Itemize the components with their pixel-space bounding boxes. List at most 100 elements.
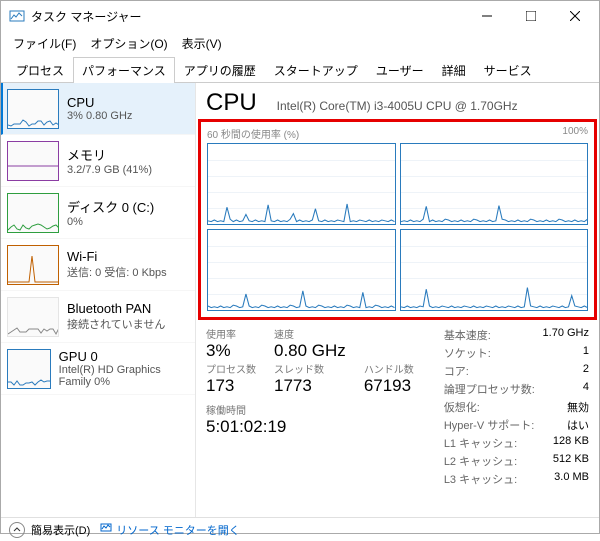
resource-monitor-label: リソース モニターを開く <box>116 522 240 538</box>
tab-サービス[interactable]: サービス <box>475 57 541 83</box>
highlight-box: 60 秒間の使用率 (%) 100% <box>198 119 597 320</box>
disk-thumbnail <box>7 193 59 233</box>
cpu-chart-lp1[interactable] <box>400 143 589 225</box>
spec-row: 仮想化: 無効 <box>444 398 589 416</box>
sidebar-item-detail: 0% <box>67 216 154 228</box>
stats: 使用率 3% 速度 0.80 GHz プロセス数 173 スレッド数 1773 <box>206 326 589 488</box>
spec-key: 仮想化: <box>444 399 480 415</box>
spec-row: ソケット: 1 <box>444 344 589 362</box>
spec-row: L2 キャッシュ: 512 KB <box>444 452 589 470</box>
spec-row: L1 キャッシュ: 128 KB <box>444 434 589 452</box>
cpu-chart-lp2[interactable] <box>207 229 396 311</box>
spec-key: L3 キャッシュ: <box>444 471 517 487</box>
sidebar-item-title: Bluetooth PAN <box>67 301 165 316</box>
spec-row: Hyper-V サポート: はい <box>444 416 589 434</box>
minimize-button[interactable] <box>465 1 509 31</box>
tab-アプリの履歴[interactable]: アプリの履歴 <box>175 57 265 83</box>
sidebar-item-gpu[interactable]: GPU 0Intel(R) HD Graphics Family 0% <box>1 343 195 395</box>
sidebar-item-detail: 3% 0.80 GHz <box>67 110 132 122</box>
sidebar: CPU3% 0.80 GHzメモリ3.2/7.9 GB (41%)ディスク 0 … <box>1 83 196 517</box>
cpu-chart-lp3[interactable] <box>400 229 589 311</box>
sidebar-item-bt[interactable]: Bluetooth PAN接続されていません <box>1 291 195 343</box>
gpu-thumbnail <box>7 349 51 389</box>
chart-caption-right: 100% <box>562 126 588 141</box>
spec-key: L1 キャッシュ: <box>444 435 517 451</box>
cpu-model: Intel(R) Core(TM) i3-4005U CPU @ 1.70GHz <box>277 99 518 113</box>
monitor-icon <box>100 522 112 537</box>
chevron-up-icon <box>9 522 25 538</box>
processes-value: 173 <box>206 376 256 396</box>
spec-value: 128 KB <box>553 435 589 451</box>
main: CPU3% 0.80 GHzメモリ3.2/7.9 GB (41%)ディスク 0 … <box>1 83 599 517</box>
spec-row: 基本速度:1.70 GHz <box>444 326 589 344</box>
sidebar-item-detail: 3.2/7.9 GB (41%) <box>67 164 152 176</box>
spec-key: ソケット: <box>444 345 491 361</box>
handles-label: ハンドル数 <box>364 361 414 376</box>
sidebar-item-disk[interactable]: ディスク 0 (C:)0% <box>1 187 195 239</box>
sidebar-item-title: メモリ <box>67 145 152 164</box>
spec-value: 1 <box>583 345 589 361</box>
fewer-details-label: 簡易表示(D) <box>31 522 90 538</box>
tab-スタートアップ[interactable]: スタートアップ <box>265 57 367 83</box>
stats-left: 使用率 3% 速度 0.80 GHz プロセス数 173 スレッド数 1773 <box>206 326 414 488</box>
resource-monitor-link[interactable]: リソース モニターを開く <box>100 522 240 538</box>
window-title: タスク マネージャー <box>31 8 465 25</box>
sidebar-item-wifi[interactable]: Wi-Fi送信: 0 受信: 0 Kbps <box>1 239 195 291</box>
mem-thumbnail <box>7 141 59 181</box>
fewer-details-button[interactable]: 簡易表示(D) <box>9 522 90 538</box>
cpu-chart-lp0[interactable] <box>207 143 396 225</box>
spec-value: 512 KB <box>553 453 589 469</box>
maximize-button[interactable] <box>509 1 553 31</box>
spec-key: コア: <box>444 363 469 379</box>
sidebar-item-title: ディスク 0 (C:) <box>67 197 154 216</box>
sidebar-item-title: GPU 0 <box>59 349 189 364</box>
wifi-thumbnail <box>7 245 59 285</box>
cpu-charts[interactable] <box>207 143 588 311</box>
spec-row: 論理プロセッサ数: 4 <box>444 380 589 398</box>
menu-file[interactable]: ファイル(F) <box>7 33 82 54</box>
sidebar-item-detail: 接続されていません <box>67 316 165 332</box>
menubar: ファイル(F) オプション(O) 表示(V) <box>1 31 599 56</box>
threads-value: 1773 <box>274 376 346 396</box>
chart-caption-left: 60 秒間の使用率 (%) <box>207 126 299 141</box>
spec-value: 無効 <box>567 399 589 415</box>
tabs: プロセスパフォーマンスアプリの履歴スタートアップユーザー詳細サービス <box>1 56 599 83</box>
tab-プロセス[interactable]: プロセス <box>7 57 73 83</box>
footer: 簡易表示(D) リソース モニターを開く <box>1 517 599 541</box>
close-button[interactable] <box>553 1 597 31</box>
spec-value: 3.0 MB <box>554 471 589 487</box>
tab-パフォーマンス[interactable]: パフォーマンス <box>73 57 175 83</box>
sidebar-item-detail: Intel(R) HD Graphics Family 0% <box>59 364 189 388</box>
tab-詳細[interactable]: 詳細 <box>433 57 475 83</box>
cpu-title: CPU <box>206 89 257 117</box>
tab-ユーザー[interactable]: ユーザー <box>367 57 433 83</box>
spec-value: 2 <box>583 363 589 379</box>
menu-view[interactable]: 表示(V) <box>176 33 228 54</box>
sidebar-item-title: CPU <box>67 95 132 110</box>
handles-value: 67193 <box>364 376 414 396</box>
menu-options[interactable]: オプション(O) <box>84 33 173 54</box>
bt-thumbnail <box>7 297 59 337</box>
spec-key: Hyper-V サポート: <box>444 417 534 433</box>
sidebar-item-cpu[interactable]: CPU3% 0.80 GHz <box>1 83 195 135</box>
processes-label: プロセス数 <box>206 361 256 376</box>
uptime-value: 5:01:02:19 <box>206 417 414 437</box>
spec-key: 論理プロセッサ数: <box>444 381 535 397</box>
sidebar-item-mem[interactable]: メモリ3.2/7.9 GB (41%) <box>1 135 195 187</box>
spec-key: 基本速度: <box>444 327 491 343</box>
spec-row: コア: 2 <box>444 362 589 380</box>
usage-label: 使用率 <box>206 326 256 341</box>
spec-value: はい <box>567 417 589 433</box>
spec-key: L2 キャッシュ: <box>444 453 517 469</box>
sidebar-item-detail: 送信: 0 受信: 0 Kbps <box>67 264 167 280</box>
threads-label: スレッド数 <box>274 361 346 376</box>
sidebar-item-title: Wi-Fi <box>67 249 167 264</box>
titlebar: タスク マネージャー <box>1 1 599 31</box>
stats-right: 基本速度:1.70 GHzソケット:1コア:2論理プロセッサ数:4仮想化:無効H… <box>444 326 589 488</box>
cpu-header: CPU Intel(R) Core(TM) i3-4005U CPU @ 1.7… <box>206 89 589 117</box>
speed-label: 速度 <box>274 326 346 341</box>
spec-value: 4 <box>583 381 589 397</box>
cpu-thumbnail <box>7 89 59 129</box>
speed-value: 0.80 GHz <box>274 341 346 361</box>
chart-caption: 60 秒間の使用率 (%) 100% <box>207 126 588 141</box>
